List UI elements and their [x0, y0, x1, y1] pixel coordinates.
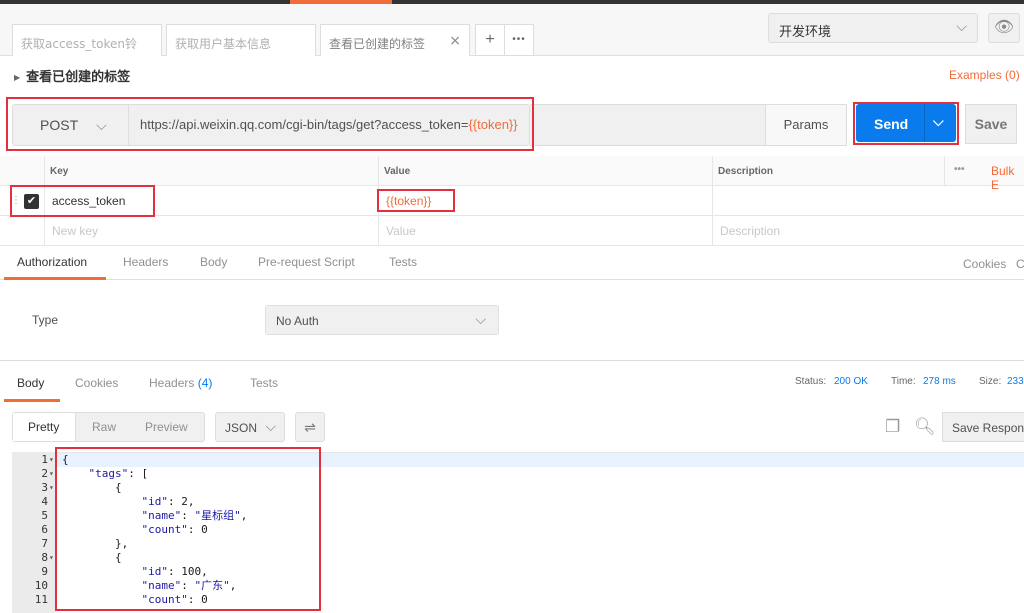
params-button[interactable]: Params — [765, 104, 847, 146]
tab-get-user-info[interactable]: 获取用户基本信息 — [166, 24, 316, 56]
chevron-down-icon: ⌵ — [265, 418, 276, 434]
annotation-box — [55, 447, 321, 611]
pretty-button[interactable]: Pretty — [28, 420, 59, 434]
auth-type-select[interactable]: No Auth ⌵ — [265, 305, 499, 335]
eye-icon[interactable]: 👁 — [988, 13, 1020, 43]
url-bar-extension — [530, 104, 765, 146]
tab-label: 获取用户基本信息 — [175, 37, 272, 51]
tab-get-access-token[interactable]: 获取access_token铃 — [12, 24, 162, 56]
line-number: 9 — [41, 565, 48, 578]
auth-type-value: No Auth — [276, 314, 319, 328]
save-response-button[interactable]: Save Respon — [942, 412, 1024, 442]
annotation-box — [6, 97, 534, 151]
tab-label: 查看已创建的标签 — [329, 37, 426, 51]
tab-tests[interactable]: Tests — [389, 255, 417, 269]
copy-icon[interactable]: ❐ — [885, 417, 900, 437]
chevron-down-icon: ⌵ — [475, 311, 486, 327]
line-number: 1 — [41, 453, 48, 466]
response-tab-cookies[interactable]: Cookies — [75, 376, 118, 390]
time-value: 278 ms — [923, 376, 956, 387]
size-label: Size: — [979, 376, 1002, 387]
active-tab-underline — [4, 277, 106, 280]
annotation-box — [10, 185, 155, 217]
column-header-value: Value — [384, 166, 411, 177]
cookies-link[interactable]: Cookies — [963, 257, 1006, 271]
size-value: 233 — [1007, 376, 1024, 387]
preview-button[interactable]: Preview — [145, 420, 188, 434]
examples-link[interactable]: Examples (0) — [949, 68, 1020, 82]
close-icon[interactable]: × — [449, 33, 461, 49]
time-label: Time: — [891, 376, 916, 387]
line-number: 5 — [41, 509, 48, 522]
line-number: 6 — [41, 523, 48, 536]
status-label: Status: — [795, 376, 827, 387]
response-tabs: Body Cookies Headers (4) Tests — [0, 361, 1024, 402]
response-tab-body[interactable]: Body — [17, 376, 44, 390]
request-title[interactable]: ▶ 查看已创建的标签 — [14, 66, 130, 85]
wrap-lines-icon[interactable]: ⇌ — [295, 412, 325, 442]
headers-count: (4) — [197, 376, 213, 390]
annotation-box — [853, 102, 959, 145]
save-button[interactable]: Save — [965, 104, 1017, 144]
divider — [944, 156, 945, 186]
request-title-text: 查看已创建的标签 — [26, 70, 131, 85]
divider — [712, 156, 713, 246]
new-value-input[interactable]: Value — [386, 224, 416, 238]
status-value: 200 OK — [834, 376, 868, 387]
environment-select[interactable]: 开发环境 ⌵ — [768, 13, 978, 43]
format-select[interactable]: JSON ⌵ — [215, 412, 285, 442]
environment-value: 开发环境 — [779, 25, 832, 40]
tab-more-button[interactable]: ••• — [504, 24, 534, 56]
raw-button[interactable]: Raw — [92, 420, 116, 434]
auth-type-label: Type — [32, 313, 59, 327]
table-row-new: New key Value Description — [0, 216, 1024, 246]
fold-toggle-icon[interactable]: ▾ — [49, 453, 54, 467]
more-icon[interactable]: ••• — [954, 164, 965, 175]
response-tab-tests[interactable]: Tests — [250, 376, 278, 390]
table-header: Key Value Description ••• Bulk E — [0, 156, 1024, 192]
search-icon[interactable]: 🔍︎ — [914, 417, 936, 437]
response-tab-headers[interactable]: Headers (4) — [149, 376, 212, 390]
fold-toggle-icon[interactable]: ▾ — [49, 467, 54, 481]
new-description-input[interactable]: Description — [720, 224, 780, 238]
line-number: 4 — [41, 495, 48, 508]
tab-label: 获取access_token铃 — [21, 37, 137, 51]
line-number: 8 — [41, 551, 48, 564]
tab-headers[interactable]: Headers — [123, 255, 168, 269]
fold-toggle-icon[interactable]: ▾ — [49, 481, 54, 495]
new-key-input[interactable]: New key — [52, 224, 98, 238]
line-number: 11 — [34, 593, 48, 606]
line-number: 2 — [41, 467, 48, 480]
fold-toggle-icon[interactable]: ▾ — [49, 551, 54, 565]
tab-pre-request-script[interactable]: Pre-request Script — [258, 255, 355, 269]
line-number: 10 — [34, 579, 48, 592]
active-tab-underline — [4, 399, 60, 402]
new-tab-button[interactable]: + — [475, 24, 505, 56]
caret-right-icon: ▶ — [14, 73, 21, 82]
tab-authorization[interactable]: Authorization — [17, 255, 87, 269]
headers-label: Headers — [149, 376, 195, 390]
column-header-key: Key — [50, 166, 69, 177]
request-tabs: Authorization Headers Body Pre-request S… — [0, 247, 1024, 280]
annotation-box — [377, 189, 455, 212]
chevron-down-icon: ⌵ — [956, 19, 967, 35]
code-link[interactable]: C — [1016, 257, 1024, 271]
tab-view-tags[interactable]: 查看已创建的标签 × — [320, 24, 470, 56]
line-number: 3 — [41, 481, 48, 494]
format-value: JSON — [225, 421, 258, 435]
line-number: 7 — [41, 537, 48, 550]
tab-body[interactable]: Body — [200, 255, 227, 269]
column-header-description: Description — [718, 166, 774, 177]
